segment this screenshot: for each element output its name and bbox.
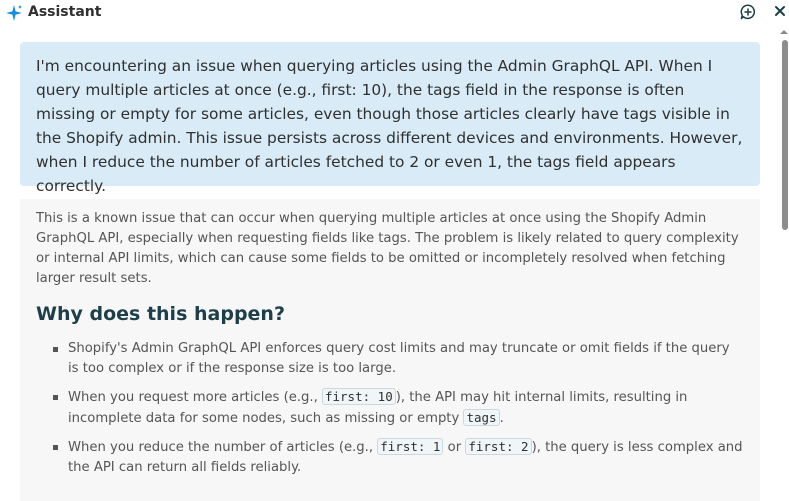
bullet-icon xyxy=(53,395,58,400)
inline-code: tags xyxy=(463,409,500,426)
bullet-text: Shopify's Admin GraphQL API enforces que… xyxy=(68,341,730,376)
inline-code: first: 1 xyxy=(377,438,444,455)
assistant-answer: This is a known issue that can occur whe… xyxy=(20,199,760,501)
new-chat-icon[interactable] xyxy=(740,4,756,20)
inline-code: first: 2 xyxy=(465,438,532,455)
header-title: Assistant xyxy=(28,4,102,20)
answer-intro: This is a known issue that can occur whe… xyxy=(36,211,739,286)
assistant-header: Assistant xyxy=(0,0,789,25)
inline-code: first: 10 xyxy=(321,388,396,405)
bullet-icon xyxy=(53,445,58,450)
bullet-text: When you reduce the number of articles (… xyxy=(68,440,378,455)
bullet-icon xyxy=(53,347,58,352)
user-message: I'm encountering an issue when querying … xyxy=(20,42,760,195)
scrollbar-thumb[interactable] xyxy=(782,40,788,230)
list-item: Shopify's Admin GraphQL API enforces que… xyxy=(36,339,744,379)
answer-bullet-list: Shopify's Admin GraphQL API enforces que… xyxy=(36,339,744,478)
conversation-panel[interactable]: I'm encountering an issue when querying … xyxy=(0,27,776,501)
close-icon[interactable] xyxy=(774,5,786,17)
bullet-text: . xyxy=(499,411,504,426)
bullet-text: When you request more articles (e.g., xyxy=(68,390,322,405)
scroll-up-icon[interactable] xyxy=(780,30,788,34)
answer-heading: Why does this happen? xyxy=(36,303,285,325)
bullet-text: or xyxy=(443,440,466,455)
sparkle-icon xyxy=(6,5,22,21)
list-item: When you request more articles (e.g., fi… xyxy=(36,387,744,429)
list-item: When you reduce the number of articles (… xyxy=(36,437,744,478)
